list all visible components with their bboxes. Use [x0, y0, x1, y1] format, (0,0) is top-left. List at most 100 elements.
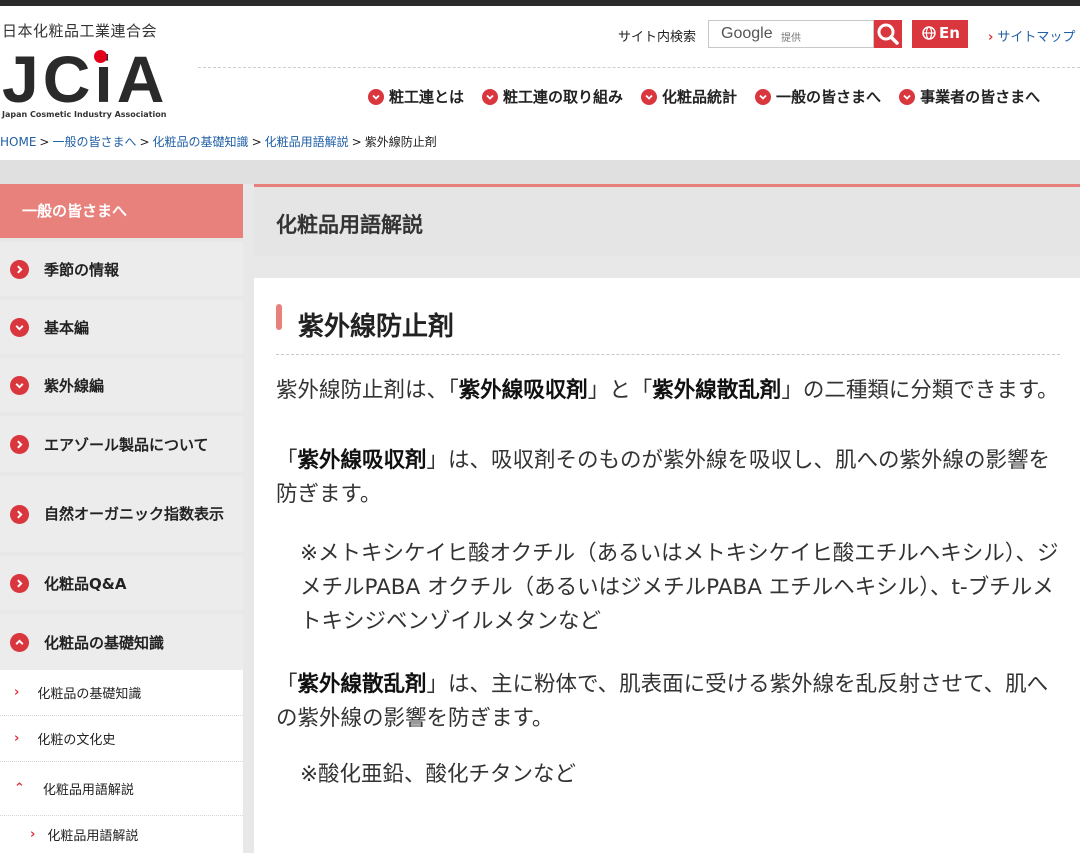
- chevron-down-icon: [899, 88, 916, 105]
- sidebar-item-qa[interactable]: 化粧品Q&A: [0, 556, 243, 610]
- title-divider: [276, 354, 1060, 355]
- sidebar-item-knowledge[interactable]: 化粧品の基礎知識: [0, 614, 243, 670]
- search-provider-text: 提供: [781, 33, 801, 44]
- english-label: En: [939, 24, 960, 42]
- breadcrumb-separator: >: [139, 135, 150, 149]
- paragraph-absorber: 「紫外線吸収剤」は、吸収剤そのものが紫外線を吸収し、肌への紫外線の影響を防ぎます…: [276, 444, 1060, 512]
- note-absorber-examples: ※メトキシケイヒ酸オクチル（あるいはメトキシケイヒ酸エチルヘキシル）、ジメチルP…: [300, 541, 1059, 634]
- site-logo[interactable]: JCiA Japan Cosmetic Industry Association: [0, 44, 170, 124]
- paragraph-intro: 紫外線防止剤は、「紫外線吸収剤」と「紫外線散乱剤」の二種類に分類できます。: [276, 374, 1060, 408]
- term-absorber: 紫外線吸収剤: [458, 378, 588, 403]
- term-absorber: 紫外線吸収剤: [297, 448, 427, 473]
- sitemap-link[interactable]: › サイトマップ: [988, 26, 1075, 45]
- chevron-down-icon: [641, 88, 658, 105]
- sidebar-item-basic[interactable]: 基本編: [0, 300, 243, 354]
- google-watermark: Google: [721, 25, 773, 42]
- sitemap-label: サイトマップ: [997, 30, 1076, 45]
- search-input[interactable]: Google 提供: [708, 20, 874, 48]
- text-run: 「: [276, 672, 298, 697]
- body-top-band: [0, 160, 1080, 184]
- breadcrumb-link-home[interactable]: HOME: [0, 135, 36, 149]
- nav-item-initiatives[interactable]: 粧工連の取り組み: [482, 86, 623, 107]
- chevron-down-icon: [10, 375, 29, 395]
- breadcrumb: HOME > 一般の皆さまへ > 化粧品の基礎知識 > 化粧品用語解説 > 紫外線防止剤: [0, 124, 1080, 160]
- text-run: 」と「: [587, 378, 653, 403]
- breadcrumb-link-public[interactable]: 一般の皆さまへ: [52, 135, 136, 149]
- sidebar-item-label: 化粧品の基礎知識: [44, 633, 165, 652]
- sidebar-subitem-label: 化粧品用語解説: [42, 783, 134, 798]
- search-icon: [877, 23, 899, 45]
- logo-subtitle: Japan Cosmetic Industry Association: [2, 110, 167, 119]
- logo-red-dot: [94, 50, 107, 63]
- section-title: 化粧品用語解説: [276, 213, 423, 237]
- text-run: 紫外線防止剤は、「: [276, 378, 459, 403]
- sidebar-item-label: 自然オーガニック指数表示: [44, 505, 225, 523]
- sidebar-item-uv[interactable]: 紫外線編: [0, 358, 243, 412]
- main-content: 紫外線防止剤 紫外線防止剤は、「紫外線吸収剤」と「紫外線散乱剤」の二種類に分類で…: [254, 278, 1080, 853]
- chevron-right-icon: [10, 573, 29, 593]
- chevron-up-icon: [10, 632, 29, 652]
- chevron-right-icon: ›: [14, 731, 20, 746]
- term-scatterer: 紫外線散乱剤: [652, 378, 782, 403]
- sidebar-item-label: 季節の情報: [44, 260, 120, 279]
- breadcrumb-separator: >: [251, 135, 262, 149]
- site-header: 日本化粧品工業連合会 JCiA Japan Cosmetic Industry …: [0, 6, 1080, 124]
- sidebar: 一般の皆さまへ 季節の情報 基本編 紫外線編 エアゾール製品について 自然オーガ…: [0, 184, 243, 853]
- main-nav: 粧工連とは 粧工連の取り組み 化粧品統計 一般の皆さまへ 事業者の皆さまへ: [368, 86, 1040, 107]
- sidebar-subitem-glossary[interactable]: ⌃ 化粧品用語解説: [0, 762, 243, 816]
- breadcrumb-link-basics[interactable]: 化粧品の基礎知識: [153, 135, 249, 149]
- nav-item-public[interactable]: 一般の皆さまへ: [755, 86, 881, 107]
- chevron-down-icon: [368, 88, 384, 105]
- sidebar-subitem-glossary-child[interactable]: › 化粧品用語解説: [0, 816, 243, 853]
- title-accent-bar: [276, 304, 282, 330]
- chevron-right-icon: [10, 504, 29, 524]
- nav-item-about[interactable]: 粧工連とは: [368, 86, 464, 107]
- chevron-up-icon: ⌃: [14, 781, 25, 796]
- sidebar-subitem-label: 化粧の文化史: [37, 733, 116, 748]
- breadcrumb-separator: >: [39, 135, 50, 149]
- paragraph-scatterer: 「紫外線散乱剤」は、主に粉体で、肌表面に受ける紫外線を乱反射させて、肌への紫外線…: [276, 668, 1060, 736]
- note-scatterer-examples: ※酸化亜鉛、酸化チタンなど: [300, 762, 577, 787]
- chevron-right-icon: [10, 259, 29, 279]
- text-run: 「: [276, 448, 298, 473]
- search-label: サイト内検索: [618, 30, 697, 45]
- chevron-right-icon: ›: [14, 685, 20, 700]
- sidebar-subitem-knowledge[interactable]: › 化粧品の基礎知識: [0, 670, 243, 716]
- nav-item-business[interactable]: 事業者の皆さまへ: [899, 86, 1040, 107]
- sidebar-item-organic[interactable]: 自然オーガニック指数表示: [0, 476, 243, 552]
- sidebar-item-label: 基本編: [44, 318, 90, 337]
- globe-icon: [922, 26, 936, 40]
- chevron-down-icon: [755, 88, 772, 105]
- sidebar-subitem-culture[interactable]: › 化粧の文化史: [0, 716, 243, 762]
- english-button[interactable]: En: [912, 20, 968, 48]
- text-run: 」の二種類に分類できます。: [781, 378, 1059, 403]
- sidebar-item-seasonal[interactable]: 季節の情報: [0, 242, 243, 296]
- nav-item-statistics[interactable]: 化粧品統計: [641, 86, 737, 107]
- org-name: 日本化粧品工業連合会: [2, 22, 158, 40]
- breadcrumb-current: 紫外線防止剤: [364, 135, 437, 149]
- nav-item-label: 事業者の皆さまへ: [920, 88, 1041, 106]
- breadcrumb-separator: >: [351, 135, 362, 149]
- sidebar-item-label: 紫外線編: [44, 376, 105, 395]
- sidebar-item-aerosol[interactable]: エアゾール製品について: [0, 416, 243, 472]
- sidebar-item-label: エアゾール製品について: [44, 435, 209, 454]
- sidebar-heading[interactable]: 一般の皆さまへ: [0, 184, 243, 238]
- search-button[interactable]: [874, 20, 902, 48]
- chevron-right-icon: ›: [30, 827, 36, 842]
- section-header: 化粧品用語解説: [254, 184, 1080, 256]
- chevron-right-icon: [10, 434, 29, 454]
- chevron-right-icon: ›: [988, 30, 994, 45]
- nav-item-label: 一般の皆さまへ: [776, 88, 882, 106]
- sidebar-subitem-label: 化粧品の基礎知識: [37, 687, 142, 702]
- page-title: 紫外線防止剤: [298, 312, 455, 342]
- breadcrumb-link-glossary[interactable]: 化粧品用語解説: [265, 135, 349, 149]
- chevron-down-icon: [482, 88, 499, 105]
- logo-wordmark: JCiA: [2, 42, 169, 116]
- nav-item-label: 化粧品統計: [662, 88, 738, 106]
- term-scatterer: 紫外線散乱剤: [297, 672, 427, 697]
- sidebar-subitem-label: 化粧品用語解説: [47, 829, 139, 844]
- header-divider: [198, 67, 1080, 68]
- sidebar-item-label: 化粧品Q&A: [44, 574, 127, 593]
- nav-item-label: 粧工連の取り組み: [503, 88, 624, 106]
- nav-item-label: 粧工連とは: [389, 88, 465, 106]
